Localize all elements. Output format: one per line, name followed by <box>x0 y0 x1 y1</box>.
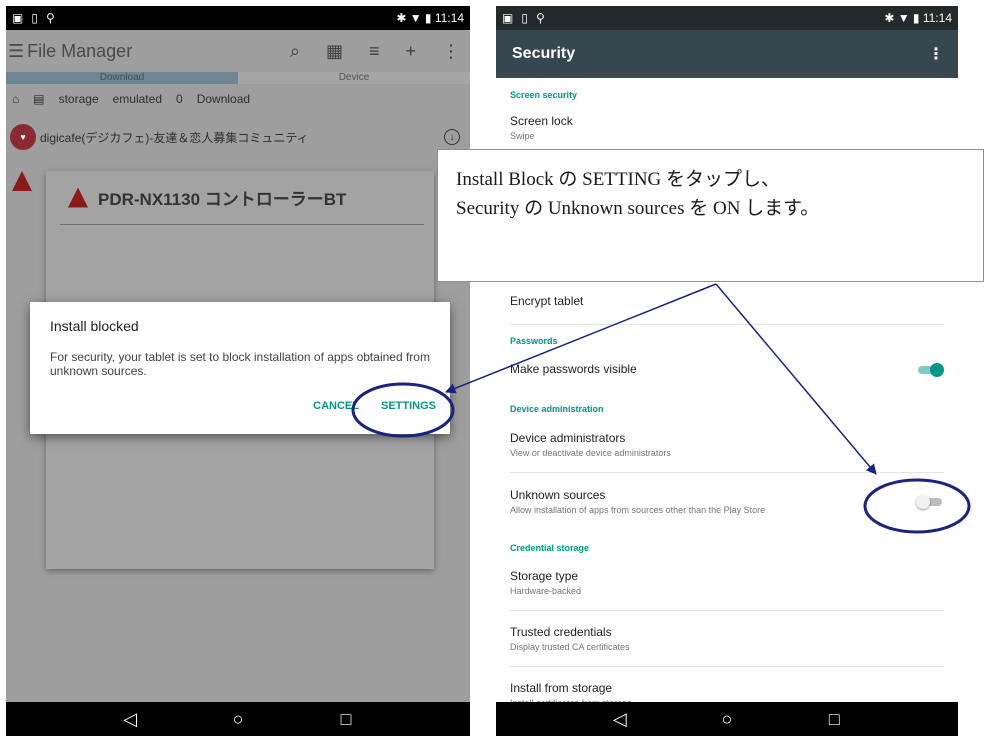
sort-icon[interactable]: ≡ <box>369 41 380 62</box>
location-icon: ⚲ <box>45 11 55 25</box>
navigation-bar: ◁ ○ □ <box>6 702 470 736</box>
search-icon[interactable]: ⌕ <box>290 41 300 62</box>
setting-unknown-sources[interactable]: Unknown sources Allow installation of ap… <box>510 488 958 515</box>
app-title: File Manager <box>27 40 133 61</box>
setting-title: Make passwords visible <box>510 362 637 376</box>
status-bar: ▣ ▯ ⚲ ✱ ▼ ▮ 11:14 <box>496 6 958 30</box>
passwords-visible-toggle[interactable] <box>918 363 944 377</box>
image-icon: ▣ <box>12 11 24 25</box>
dialog-title: Install blocked <box>50 318 139 334</box>
security-settings-screen: ▣ ▯ ⚲ ✱ ▼ ▮ 11:14 Security ⋮ Screen secu… <box>496 6 958 736</box>
setting-subtitle: Hardware-backed <box>510 586 582 596</box>
location-tabs: Download Device <box>6 72 470 84</box>
back-icon[interactable]: ◁ <box>110 709 150 730</box>
setting-screen-lock[interactable]: Screen lock Swipe <box>510 114 958 141</box>
breadcrumb-emulated[interactable]: emulated <box>113 92 162 106</box>
home-icon[interactable]: ○ <box>218 709 258 730</box>
breadcrumb: ⌂ ▤ storage emulated 0 Download <box>12 88 470 110</box>
divider <box>510 472 944 473</box>
tab-device[interactable]: Device <box>238 72 470 84</box>
setting-device-administrators[interactable]: Device administrators View or deactivate… <box>510 431 958 458</box>
breadcrumb-storage[interactable]: storage <box>59 92 99 106</box>
divider <box>60 224 424 225</box>
divider <box>510 324 944 325</box>
breadcrumb-download[interactable]: Download <box>197 92 250 106</box>
section-header-screen-security: Screen security <box>510 90 578 100</box>
tab-download[interactable]: Download <box>6 72 238 84</box>
home-icon[interactable]: ○ <box>707 709 747 730</box>
install-blocked-dialog: Install blocked For security, your table… <box>30 302 450 434</box>
section-header-passwords: Passwords <box>510 336 558 346</box>
tutorial-stage: ▣ ▯ ⚲ ✱ ▼ ▮ 11:14 ☰ File Manager ⌕ ▦ ≡ +… <box>0 0 985 738</box>
sim-icon: ▯ <box>31 11 38 25</box>
file-manager-screen: ▣ ▯ ⚲ ✱ ▼ ▮ 11:14 ☰ File Manager ⌕ ▦ ≡ +… <box>6 6 470 736</box>
dialog-message: For security, your tablet is set to bloc… <box>50 350 430 378</box>
setting-title: Storage type <box>510 569 579 583</box>
divider <box>510 610 944 611</box>
setting-title: Trusted credentials <box>510 625 612 639</box>
menu-icon[interactable]: ☰ <box>8 41 24 62</box>
setting-title: Device administrators <box>510 431 626 445</box>
setting-storage-type[interactable]: Storage type Hardware-backed <box>510 569 958 596</box>
breadcrumb-0[interactable]: 0 <box>176 92 183 106</box>
unknown-sources-toggle[interactable] <box>916 495 942 509</box>
setting-subtitle: Swipe <box>510 131 535 141</box>
status-indicators: ✱ ▼ ▮ 11:14 <box>884 11 952 25</box>
callout-line-1: Install Block の SETTING をタップし、 <box>456 169 781 190</box>
installer-app-name: PDR-NX1130 コントローラーBT <box>98 190 347 209</box>
navigation-bar: ◁ ○ □ <box>496 702 958 736</box>
grid-icon[interactable]: ▦ <box>326 41 343 62</box>
location-icon: ⚲ <box>535 11 545 25</box>
app-logo-icon <box>12 171 32 191</box>
back-icon[interactable]: ◁ <box>600 709 640 730</box>
storage-icon: ▤ <box>33 92 45 106</box>
add-icon[interactable]: + <box>405 41 416 62</box>
app-logo-icon <box>68 187 88 208</box>
setting-passwords-visible[interactable]: Make passwords visible <box>510 362 958 376</box>
setting-subtitle: View or deactivate device administrators <box>510 448 671 458</box>
divider <box>510 666 944 667</box>
setting-title: Screen lock <box>510 114 573 128</box>
instruction-callout: Install Block の SETTING をタップし、 Security … <box>437 149 984 282</box>
more-icon[interactable]: ⋮ <box>442 41 460 62</box>
image-icon: ▣ <box>502 11 514 25</box>
setting-subtitle: Allow installation of apps from sources … <box>510 505 766 515</box>
recents-icon[interactable]: □ <box>326 709 366 730</box>
cancel-button[interactable]: CANCEL <box>313 400 359 412</box>
callout-line-2: Security の Unknown sources を ON します。 <box>456 198 820 219</box>
section-header-credential-storage: Credential storage <box>510 543 590 553</box>
more-icon[interactable]: ⋮ <box>928 44 944 64</box>
setting-title: Encrypt tablet <box>510 294 584 308</box>
settings-button[interactable]: SETTINGS <box>381 400 436 412</box>
app-icon: ♥ <box>10 124 36 150</box>
list-item[interactable]: ♥ digicafe(デジカフェ)-友達＆恋人募集コミュニティ ↓ <box>6 120 470 154</box>
sim-icon: ▯ <box>521 11 528 25</box>
home-icon[interactable]: ⌂ <box>12 92 19 106</box>
recents-icon[interactable]: □ <box>814 709 854 730</box>
setting-title: Unknown sources <box>510 488 606 502</box>
setting-encrypt-tablet[interactable]: Encrypt tablet <box>510 294 958 308</box>
status-indicators: ✱ ▼ ▮ 11:14 <box>396 11 464 25</box>
setting-title: Install from storage <box>510 681 613 695</box>
setting-subtitle: Display trusted CA certificates <box>510 642 630 652</box>
list-item-label: digicafe(デジカフェ)-友達＆恋人募集コミュニティ <box>40 130 309 145</box>
app-bar: Security ⋮ <box>496 30 958 78</box>
status-bar: ▣ ▯ ⚲ ✱ ▼ ▮ 11:14 <box>6 6 470 30</box>
section-header-device-administration: Device administration <box>510 404 604 414</box>
setting-trusted-credentials[interactable]: Trusted credentials Display trusted CA c… <box>510 625 958 652</box>
download-icon[interactable]: ↓ <box>444 129 460 145</box>
file-manager-toolbar: ☰ File Manager ⌕ ▦ ≡ + ⋮ <box>6 30 470 72</box>
page-title: Security <box>512 45 576 62</box>
